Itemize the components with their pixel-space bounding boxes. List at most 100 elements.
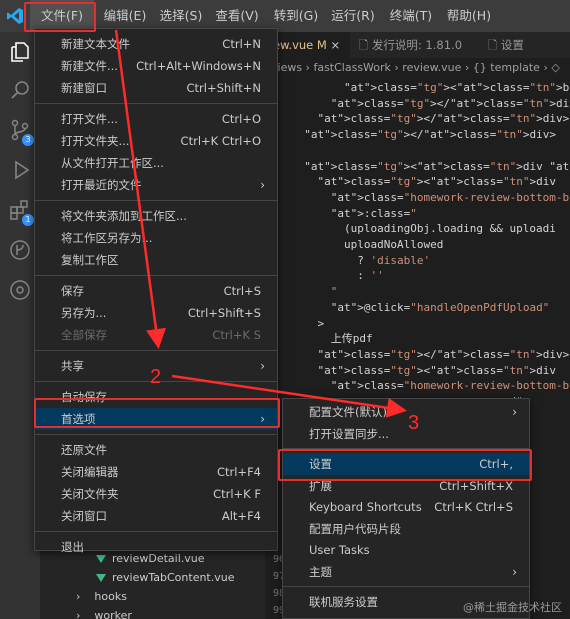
file-menu-item[interactable]: 关闭窗口 Alt+F4 — [35, 505, 277, 527]
tab-release-notes[interactable]: 🗋 发行说明: 1.81.0 — [351, 32, 479, 58]
menu-item-label: 将文件夹添加到工作区... — [61, 209, 187, 223]
preferences-menu-item[interactable]: 扩展 Ctrl+Shift+X — [283, 475, 529, 497]
shortcut-label: Ctrl+K F — [213, 487, 261, 501]
code-line: "at">class="tg"><"at">class="tn">button … — [343, 81, 570, 94]
menu-item-label: 关闭编辑器 — [61, 465, 119, 479]
tree-folder-worker[interactable]: › worker — [76, 606, 132, 619]
menu-item-label: 打开文件... — [61, 112, 118, 126]
file-menu-item[interactable]: 关闭文件夹 Ctrl+K F — [35, 483, 277, 505]
file-menu-item[interactable]: 打开最近的文件 › — [35, 174, 277, 196]
file-icon: 🗋 — [488, 38, 501, 52]
menu-item-label: 关闭文件夹 — [61, 487, 119, 501]
code-line: "at">class="homework-review-bottom-btn — [330, 379, 570, 393]
chevron-right-icon: › — [76, 609, 81, 619]
menu-item-label: 设置 — [309, 457, 332, 471]
scm-badge: 3 — [22, 134, 34, 146]
code-line: "at">@click="handleOpenPdfUpload" — [330, 300, 550, 314]
menu-item-label: 另存为... — [61, 306, 107, 320]
tab-settings[interactable]: 🗋 设置 — [480, 32, 570, 58]
menu-separator — [35, 275, 277, 276]
code-line: "at">class="tg"><"at">class="tn">div "at… — [304, 159, 570, 173]
vscode-logo-icon — [7, 8, 23, 24]
menu-item-label: 打开设置同步... — [309, 426, 389, 441]
code-line: "at">class="tg"></"at">class="tn">div> — [317, 347, 570, 361]
preferences-menu-item[interactable]: 打开设置同步... — [283, 423, 529, 445]
code-line: "at">class="tg"></"at">class="tn">div> — [304, 128, 556, 142]
menu-separator — [35, 350, 277, 351]
file-menu-item[interactable]: 将工作区另存为... — [35, 227, 277, 249]
shortcut-label: Ctrl+Shift+N — [186, 81, 261, 95]
menu-item-label: User Tasks — [309, 543, 370, 557]
chevron-right-icon: › — [76, 590, 81, 603]
file-menu-item[interactable]: 打开文件... Ctrl+O — [35, 108, 277, 130]
vue-file-icon — [96, 574, 106, 582]
preferences-submenu: 配置文件(默认) › 打开设置同步... 设置 Ctrl+, 扩展 Ctrl+Shift+X… — [282, 398, 530, 619]
file-menu-item[interactable]: 保存 Ctrl+S — [35, 280, 277, 302]
tree-file-reviewtabcontent[interactable]: reviewTabContent.vue — [96, 568, 235, 587]
menu-item-label: 主题 — [309, 564, 332, 579]
menu-item-label: 新建文本文件 — [61, 37, 130, 51]
menu-item-label: 新建文件... — [61, 59, 118, 73]
menu-item-label: 共享 — [61, 359, 84, 373]
shortcut-label: Alt+F4 — [221, 509, 261, 523]
code-line: > — [291, 316, 325, 330]
code-line: " — [330, 285, 338, 299]
close-icon[interactable]: × — [330, 38, 340, 52]
explorer-icon[interactable] — [8, 40, 32, 64]
file-menu-item[interactable]: 还原文件 — [35, 439, 277, 461]
preferences-menu-item[interactable]: 配置文件(默认) › — [283, 401, 529, 423]
menu-separator — [35, 103, 277, 104]
code-line: ? 'disable' — [291, 253, 431, 267]
tree-folder-hooks[interactable]: › hooks — [76, 587, 127, 606]
preferences-menu-item[interactable]: 主题 › — [283, 561, 529, 583]
menu-item-label: 首选项 — [61, 412, 96, 426]
file-menu-item[interactable]: 从文件打开工作区... — [35, 152, 277, 174]
git-graph-icon[interactable] — [8, 238, 32, 262]
shortcut-label: Ctrl+K Ctrl+S — [434, 500, 513, 514]
preferences-menu-item[interactable]: User Tasks — [283, 539, 529, 561]
code-line: "at">:class=" — [330, 206, 417, 220]
preferences-menu-item[interactable]: Keyboard Shortcuts Ctrl+K Ctrl+S — [283, 496, 529, 518]
menubar-item-6[interactable]: 终端(T) — [384, 0, 438, 32]
preferences-menu-item[interactable]: 配置用户代码片段 — [283, 518, 529, 540]
file-menu-item[interactable]: 新建文件... Ctrl+Alt+Windows+N — [35, 55, 277, 77]
remote-icon[interactable] — [8, 278, 32, 302]
code-line: "at">class="tg"></"at">class="tn">div> — [317, 112, 570, 126]
menu-item-label: Keyboard Shortcuts — [309, 500, 422, 514]
file-menu-item[interactable]: 新建文本文件 Ctrl+N — [35, 33, 277, 55]
code-line: : '' — [291, 269, 384, 283]
file-menu-item[interactable]: 自动保存 — [35, 386, 277, 408]
search-icon[interactable] — [8, 78, 32, 102]
editor-tabs: ew.vue M × 🗋 发行说明: 1.81.0 🗋 设置 — [265, 32, 570, 58]
menubar-item-7[interactable]: 帮助(H) — [442, 0, 496, 32]
preferences-menu-item[interactable]: 设置 Ctrl+, — [283, 453, 529, 475]
file-menu-item[interactable]: 另存为... Ctrl+Shift+S — [35, 302, 277, 324]
breadcrumb[interactable]: views › fastClassWork › review.vue › {} … — [265, 58, 570, 78]
menubar-item-5[interactable]: 运行(R) — [326, 0, 380, 32]
annotation-step-3: 3 — [408, 412, 420, 434]
shortcut-label: Ctrl+O — [221, 112, 261, 126]
file-menu-item[interactable]: 打开文件夹... Ctrl+K Ctrl+O — [35, 130, 277, 152]
code-line: uploadNoAllowed — [291, 238, 444, 251]
menu-item-label: 新建窗口 — [61, 81, 107, 95]
menu-item-label: 将工作区另存为... — [61, 231, 153, 245]
menu-item-label: 从文件打开工作区... — [61, 156, 164, 170]
file-menu-item[interactable]: 新建窗口 Ctrl+Shift+N — [35, 77, 277, 99]
menu-item-label: 联机服务设置 — [309, 595, 378, 609]
menu-separator — [35, 531, 277, 532]
run-debug-icon[interactable] — [8, 158, 32, 182]
annotation-step-2: 2 — [150, 366, 162, 388]
file-menu-item[interactable]: 复制工作区 — [35, 249, 277, 271]
menu-separator — [283, 586, 529, 587]
file-menu-item[interactable]: 首选项 › — [35, 408, 277, 430]
menu-separator — [283, 448, 529, 449]
chevron-right-icon: › — [512, 564, 517, 579]
file-menu-item[interactable]: 退出 — [35, 536, 277, 558]
menu-item-label: 保存 — [61, 284, 84, 298]
file-menu-item[interactable]: 关闭编辑器 Ctrl+F4 — [35, 461, 277, 483]
watermark: @稀土掘金技术社区 — [463, 601, 562, 614]
file-menu-item[interactable]: 将文件夹添加到工作区... — [35, 205, 277, 227]
shortcut-label: Ctrl+Alt+Windows+N — [136, 59, 261, 73]
code-line: 上传pdf — [291, 332, 373, 346]
shortcut-label: Ctrl+K S — [212, 328, 261, 342]
